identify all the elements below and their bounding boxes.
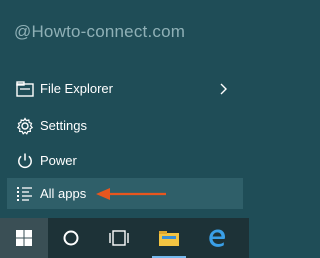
search-button[interactable] [50, 218, 92, 258]
cortana-circle-icon [63, 230, 79, 246]
taskbar-file-explorer-button[interactable] [148, 218, 190, 258]
watermark-text: @Howto-connect.com [14, 22, 186, 41]
power-icon [15, 151, 35, 171]
edge-browser-button[interactable] [196, 218, 238, 258]
gear-icon [15, 116, 35, 136]
list-icon [15, 184, 35, 204]
task-view-button[interactable] [98, 218, 140, 258]
file-explorer-icon [15, 79, 35, 99]
settings-label: Settings [40, 118, 87, 133]
menu-item-file-explorer[interactable]: File Explorer [0, 69, 243, 109]
task-view-icon [109, 230, 129, 246]
file-explorer-label: File Explorer [40, 81, 113, 96]
chevron-right-icon[interactable] [217, 79, 231, 99]
edge-icon [209, 229, 225, 247]
windows-logo-icon [16, 230, 32, 246]
annotation-arrow-icon [96, 188, 166, 200]
all-apps-label: All apps [40, 186, 87, 201]
menu-item-settings[interactable]: Settings [0, 106, 243, 146]
taskbar [0, 218, 249, 258]
start-menu-panel: @Howto-connect.com File Explorer Setting… [0, 0, 249, 218]
start-button[interactable] [0, 218, 48, 258]
power-label: Power [40, 153, 77, 168]
folder-icon [159, 231, 179, 246]
menu-item-power[interactable]: Power [0, 141, 243, 181]
